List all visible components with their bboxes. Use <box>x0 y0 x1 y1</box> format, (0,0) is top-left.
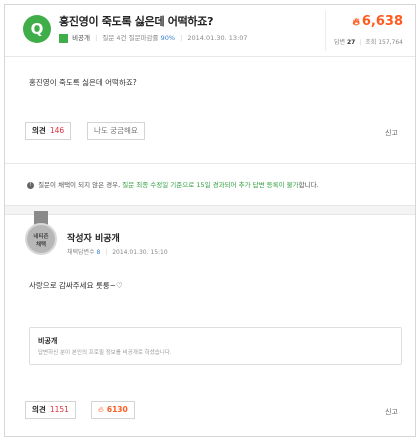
question-point-value: 6,638 <box>361 14 403 29</box>
medal-line1: 네티즌 <box>33 234 49 240</box>
answer-point: 6130 <box>106 405 128 414</box>
question-header: Q 홍진영이 죽도록 싫은데 어떡하죠? 비공개 | 질문 4건 질문마감률 9… <box>5 5 415 57</box>
question-point: 🔥︎ 6,638 <box>353 14 403 29</box>
answer-date: 2014.01.30. 15:10 <box>112 249 168 256</box>
question-author[interactable]: 비공개 <box>72 34 90 42</box>
question-meta: 비공개 | 질문 4건 질문마감률 90% | 2014.01.30. 13:0… <box>59 32 247 43</box>
question-report-link[interactable]: 신고 <box>385 128 398 138</box>
answer-opinion-button[interactable]: 의견 1151 <box>25 401 76 419</box>
medal-icon: 네티즌 채택 <box>25 211 57 261</box>
fire-icon: 🔥︎ <box>98 405 104 414</box>
opinion-count: 146 <box>49 126 65 135</box>
avatar-icon <box>59 33 68 43</box>
question-date: 2014.01.30. 13:07 <box>187 34 248 42</box>
question-opinion-button[interactable]: 의견 146 <box>25 122 72 140</box>
opinion-label: 의견 <box>32 126 46 135</box>
private-profile-box: 비공개 답변하신 분이 본인의 프로필 정보를 비공개로 하셨습니다. <box>29 327 402 365</box>
answer-closed-notice: ! 질문이 채택이 되지 않은 경우, 질문 최종 수정일 기준으로 15일 경… <box>27 179 319 189</box>
opinion-label: 의견 <box>32 405 46 414</box>
question-body: 홍진영이 죽도록 싫은데 어떡하죠? <box>29 78 137 87</box>
adopt-count: 8 <box>96 249 101 256</box>
info-icon: ! <box>27 181 34 189</box>
section-divider <box>5 163 415 164</box>
q-badge-icon: Q <box>23 15 51 43</box>
private-title: 비공개 <box>38 337 58 345</box>
answer-point-button[interactable]: 🔥︎ 6130 <box>91 401 135 419</box>
answer-report-link[interactable]: 신고 <box>385 407 398 417</box>
private-description: 답변하신 분이 본인의 프로필 정보를 비공개로 하셨습니다. <box>38 350 172 356</box>
notice-prefix: 질문이 채택이 되지 않은 경우, <box>38 181 121 189</box>
meta-divider: | <box>105 249 108 256</box>
question-stats-label: 질문 4건 질문마감률 <box>102 34 159 42</box>
medal-disc: 네티즌 채택 <box>25 223 57 255</box>
meta-divider: | <box>359 39 362 46</box>
views-count: 157,764 <box>378 39 403 46</box>
opinion-count: 1151 <box>49 405 69 414</box>
answers-count: 27 <box>346 39 356 46</box>
notice-highlight: 질문 최종 수정일 기준으로 15일 경과되어 추가 답변 등록이 불가 <box>122 181 299 189</box>
answer-meta: 채택답변수 8 | 2014.01.30. 15:10 <box>67 247 168 256</box>
point-box: 🔥︎ 6,638 답변 27 | 조회 157,764 <box>325 11 415 51</box>
question-stats: 답변 27 | 조회 157,764 <box>334 37 403 46</box>
close-rate: 90% <box>160 34 176 42</box>
fire-icon: 🔥︎ <box>352 17 360 28</box>
question-answer-panel: Q 홍진영이 죽도록 싫은데 어떡하죠? 비공개 | 질문 4건 질문마감률 9… <box>4 4 416 437</box>
answer-author: 작성자 비공개 <box>67 234 120 244</box>
notice-suffix: 합니다. <box>298 181 319 189</box>
question-title: 홍진영이 죽도록 싫은데 어떡하죠? <box>59 15 214 28</box>
answer-body: 사랑으로 감싸주세요 룻룽~♡ <box>29 281 123 290</box>
meta-divider: | <box>95 34 98 42</box>
medal-line2: 채택 <box>35 242 47 248</box>
views-label: 조회 <box>365 39 377 46</box>
answers-label: 답변 <box>334 39 346 46</box>
section-separator <box>5 205 415 215</box>
adopt-label: 채택답변수 <box>67 249 95 256</box>
also-curious-button[interactable]: 나도 궁금해요 <box>87 122 145 140</box>
meta-divider: | <box>180 34 183 42</box>
